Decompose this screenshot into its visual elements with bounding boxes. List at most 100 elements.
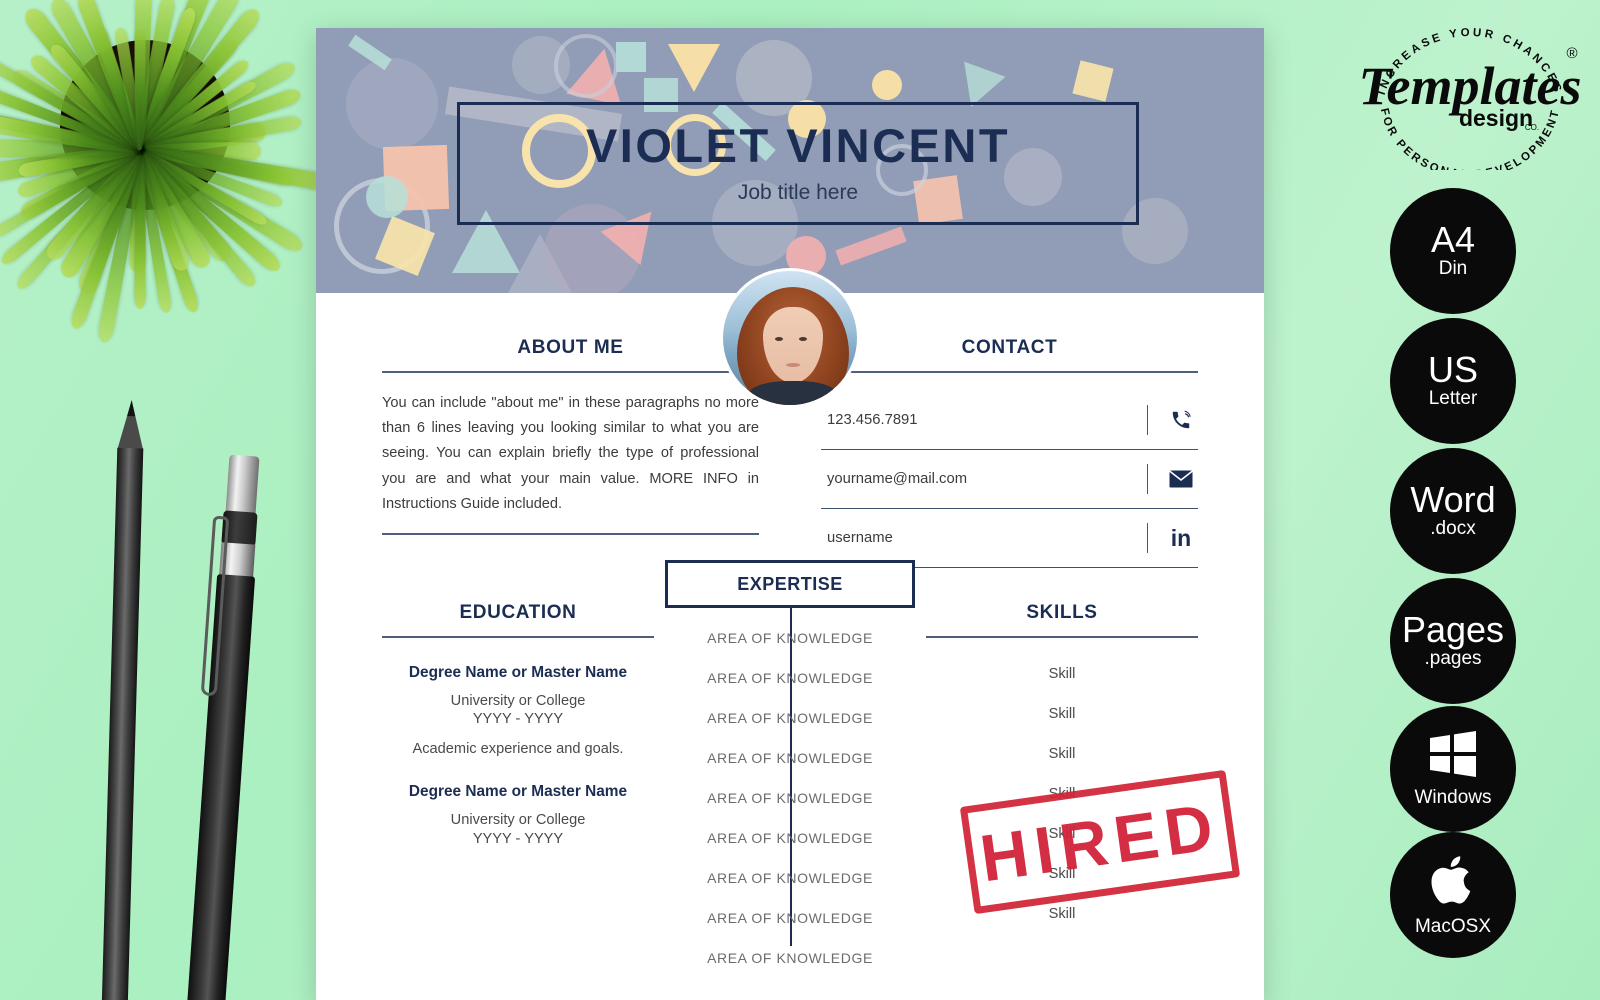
expertise-heading: EXPERTISE <box>737 573 843 594</box>
pattern-square <box>616 42 646 72</box>
education-years: YYYY - YYYY <box>472 830 564 847</box>
plant-leaf <box>57 145 148 282</box>
badge-line1: Word <box>1410 478 1496 520</box>
phone-icon <box>1164 409 1198 431</box>
pencil-prop <box>101 399 145 1000</box>
about-heading: ABOUT ME <box>517 337 624 358</box>
plant-leaf <box>0 145 143 241</box>
about-bottom-rule <box>382 533 759 535</box>
windows-logo-icon <box>1428 730 1478 783</box>
expertise-item: AREA OF KNOWLEDGE <box>707 870 873 886</box>
plant-leaf <box>138 114 303 157</box>
education-list: Degree Name or Master Name University or … <box>382 664 654 847</box>
plant-leaf <box>132 0 244 155</box>
potted-plant-photo <box>0 0 340 350</box>
plant-leaf <box>17 143 142 179</box>
badge-line1: A4 <box>1430 218 1476 260</box>
format-badge[interactable]: A4 Din <box>1390 188 1516 314</box>
format-badge[interactable]: Windows <box>1390 706 1516 832</box>
plant-leaf <box>20 4 148 156</box>
plant-leaf <box>75 146 149 296</box>
expertise-item: AREA OF KNOWLEDGE <box>707 790 873 806</box>
pattern-circle <box>366 176 408 218</box>
contact-divider <box>1147 464 1148 494</box>
plant-leaf <box>136 58 299 158</box>
plant-leaf <box>134 149 173 314</box>
education-school: University or College <box>450 693 586 709</box>
badge-line2: Letter <box>1428 388 1478 410</box>
contact-value: username <box>827 530 893 546</box>
expertise-item: AREA OF KNOWLEDGE <box>707 950 873 966</box>
skill-item: Skill <box>1048 906 1076 922</box>
contact-value: yourname@mail.com <box>827 471 968 487</box>
plant-leaf <box>0 76 143 156</box>
plant-leaf <box>138 141 334 193</box>
linkedin-icon: in <box>1170 524 1192 551</box>
about-rule <box>382 371 759 373</box>
pen-prop <box>177 454 274 1000</box>
plant-leaf <box>0 140 142 185</box>
format-badge[interactable]: US Letter <box>1390 318 1516 444</box>
avatar-eye-right <box>799 337 807 341</box>
badge-line1: US <box>1427 348 1478 390</box>
envelope-icon <box>1164 469 1198 489</box>
plant-leaf <box>134 150 146 309</box>
plant-leaf <box>133 5 199 153</box>
plant-leaf <box>135 143 306 256</box>
avatar-mouth <box>786 363 800 367</box>
pen-cap <box>225 454 260 515</box>
envelope-icon <box>1169 470 1193 488</box>
plant-leaf <box>74 0 148 153</box>
plant-leaf <box>133 147 201 315</box>
education-heading: EDUCATION <box>459 602 577 623</box>
expertise-section: EXPERTISE AREA OF KNOWLEDGE AREA OF KNOWL… <box>654 560 926 990</box>
avatar <box>720 268 860 408</box>
expertise-box-wrap: EXPERTISE <box>665 560 915 608</box>
plant-leaf <box>134 30 146 150</box>
plant-leaf <box>138 143 297 188</box>
templates-design-logo: INCREASE YOUR CHANCES FOR PERSONAL DEVEL… <box>1346 18 1594 181</box>
plant-leaf <box>136 57 252 155</box>
contact-value: 123.456.7891 <box>827 412 918 428</box>
svg-text:®: ® <box>1566 45 1577 62</box>
badge-line2: Din <box>1438 258 1468 280</box>
plant-leaf <box>47 0 148 155</box>
plant-leaf <box>68 147 147 331</box>
plant-leaf <box>15 142 143 200</box>
education-rule <box>382 636 654 638</box>
expertise-item: AREA OF KNOWLEDGE <box>707 670 873 686</box>
education-degree: Degree Name or Master Name <box>408 664 628 681</box>
plant-leaf <box>0 145 144 268</box>
badge-line1: Pages <box>1401 608 1505 650</box>
pattern-ring <box>554 34 618 98</box>
skills-heading: SKILLS <box>1026 602 1098 623</box>
plant-leaf <box>139 141 262 161</box>
expertise-list: AREA OF KNOWLEDGE AREA OF KNOWLEDGE AREA O… <box>654 630 926 966</box>
skill-item: Skill <box>1048 666 1076 682</box>
svg-text:design: design <box>1459 105 1533 131</box>
plant-leaf <box>47 41 146 155</box>
contact-row[interactable]: 123.456.7891 <box>821 391 1198 450</box>
education-degree: Degree Name or Master Name <box>408 783 628 801</box>
page-title: VIOLET VINCENT <box>585 119 1011 172</box>
format-badge[interactable]: MacOSX <box>1390 832 1516 958</box>
expertise-item: AREA OF KNOWLEDGE <box>707 910 873 926</box>
apple-logo-icon <box>1430 853 1476 912</box>
format-badge[interactable]: Pages .pages <box>1390 578 1516 704</box>
plant-leaf <box>132 147 192 274</box>
plant-leaf <box>129 149 148 273</box>
contact-divider <box>1147 405 1148 435</box>
phone-icon <box>1172 410 1191 429</box>
skills-rule <box>926 636 1198 638</box>
badge-line2: .pages <box>1424 648 1482 670</box>
plant-leaf <box>113 26 146 151</box>
contact-list: 123.456.7891 yourname@mail.com username in <box>821 391 1198 568</box>
pattern-square <box>1072 60 1114 102</box>
plant-leaf <box>137 78 258 155</box>
plant-leaf <box>132 0 177 152</box>
format-badge[interactable]: Word .docx <box>1390 448 1516 574</box>
pencil-lead <box>127 400 136 417</box>
plant-leaf <box>133 5 264 156</box>
expertise-item: AREA OF KNOWLEDGE <box>707 750 873 766</box>
contact-row[interactable]: yourname@mail.com <box>821 450 1198 509</box>
